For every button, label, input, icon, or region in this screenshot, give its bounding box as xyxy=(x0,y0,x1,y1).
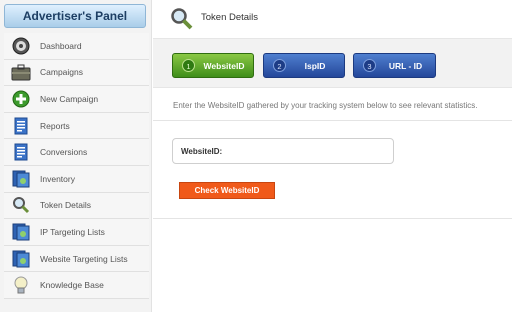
tab-ispid[interactable]: 2 IspID xyxy=(263,53,345,78)
websiteid-field: WebsiteID: xyxy=(172,138,394,164)
sidebar-item-label: Reports xyxy=(40,120,70,131)
sidebar-item-label: Token Details xyxy=(40,200,92,211)
briefcase-icon xyxy=(10,61,32,83)
websiteid-input[interactable] xyxy=(233,143,388,160)
divider xyxy=(153,218,512,219)
main-content: Token Details 1 WebsiteID 2 IspID 3 URL … xyxy=(153,0,512,312)
sidebar-item-label: Dashboard xyxy=(40,40,82,51)
sidebar-item-website-targeting-lists[interactable]: Website Targeting Lists xyxy=(4,245,149,273)
sidebar-item-label: Website Targeting Lists xyxy=(40,253,128,264)
tab-label: URL - ID xyxy=(388,60,423,71)
sidebar-item-reports[interactable]: Reports xyxy=(4,112,149,140)
websiteid-label: WebsiteID: xyxy=(181,147,223,156)
conversions-document-icon xyxy=(10,141,32,163)
sidebar-item-label: Inventory xyxy=(40,173,75,184)
sidebar-item-token-details[interactable]: Token Details xyxy=(4,192,149,220)
step-number-badge: 3 xyxy=(363,59,376,72)
sidebar-item-label: Conversions xyxy=(40,147,88,158)
tab-websiteid[interactable]: 1 WebsiteID xyxy=(172,53,254,78)
report-document-icon xyxy=(10,115,32,137)
dashboard-icon xyxy=(10,35,32,57)
tab-label: IspID xyxy=(304,60,326,71)
step-number-badge: 2 xyxy=(273,59,286,72)
sidebar: Advertiser's Panel Dashboard Campaigns N… xyxy=(0,0,152,312)
sidebar-item-label: IP Targeting Lists xyxy=(40,226,105,237)
ip-list-icon xyxy=(10,221,32,243)
page-title: Token Details xyxy=(201,12,259,23)
sidebar-item-label: Knowledge Base xyxy=(40,280,104,291)
sidebar-item-label: New Campaign xyxy=(40,93,99,104)
website-list-icon xyxy=(10,248,32,270)
panel-header: Advertiser's Panel xyxy=(4,4,146,28)
inventory-icon xyxy=(10,168,32,190)
sidebar-item-conversions[interactable]: Conversions xyxy=(4,139,149,166)
tab-url-id[interactable]: 3 URL - ID xyxy=(353,53,436,78)
title-bar: Token Details xyxy=(153,0,512,36)
step-tabs: 1 WebsiteID 2 IspID 3 URL - ID xyxy=(153,38,512,88)
sidebar-item-ip-targeting-lists[interactable]: IP Targeting Lists xyxy=(4,219,149,246)
magnifier-icon xyxy=(10,194,32,216)
sidebar-item-campaigns[interactable]: Campaigns xyxy=(4,59,149,87)
sidebar-item-knowledge-base[interactable]: Knowledge Base xyxy=(4,272,149,299)
sidebar-nav: Dashboard Campaigns New Campaign Reports… xyxy=(4,33,149,299)
sidebar-item-new-campaign[interactable]: New Campaign xyxy=(4,86,149,113)
divider xyxy=(153,120,512,121)
sidebar-item-inventory[interactable]: Inventory xyxy=(4,165,149,193)
sidebar-item-dashboard[interactable]: Dashboard xyxy=(4,33,149,60)
sidebar-item-label: Campaigns xyxy=(40,67,83,78)
lightbulb-icon xyxy=(10,274,32,296)
step-number-badge: 1 xyxy=(182,59,195,72)
tab-label: WebsiteID xyxy=(203,60,245,71)
instructions-text: Enter the WebsiteID gathered by your tra… xyxy=(173,101,478,110)
magnifier-icon xyxy=(170,7,194,31)
add-icon xyxy=(10,88,32,110)
check-websiteid-button[interactable]: Check WebsiteID xyxy=(179,182,275,199)
